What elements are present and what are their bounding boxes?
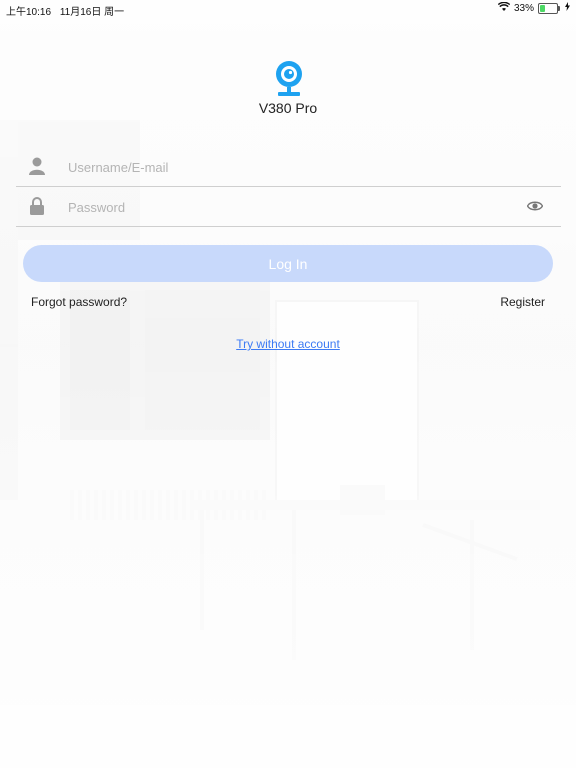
forgot-password-link[interactable]: Forgot password? xyxy=(31,295,127,309)
register-link[interactable]: Register xyxy=(500,295,545,309)
status-bar: 上午10:16 11月16日 周一 33% xyxy=(0,0,576,18)
user-icon xyxy=(29,157,45,175)
charging-icon xyxy=(565,2,570,14)
password-field-row xyxy=(16,186,561,227)
battery-percent: 33% xyxy=(513,2,534,14)
wifi-icon xyxy=(497,1,511,14)
webcam-icon xyxy=(274,60,304,98)
battery-icon xyxy=(538,2,560,14)
status-date: 11月16日 周一 xyxy=(59,7,125,18)
lock-icon xyxy=(29,197,45,215)
username-input[interactable] xyxy=(66,152,510,182)
password-input[interactable] xyxy=(66,192,510,222)
try-without-account-row: Try without account xyxy=(0,337,576,351)
try-without-account-link[interactable]: Try without account xyxy=(236,337,340,351)
username-field-row xyxy=(16,146,561,187)
eye-icon[interactable] xyxy=(526,199,544,211)
app-name: V380 Pro xyxy=(258,100,318,116)
login-button[interactable]: Log In xyxy=(23,245,553,282)
status-time: 上午10:16 xyxy=(6,7,52,18)
